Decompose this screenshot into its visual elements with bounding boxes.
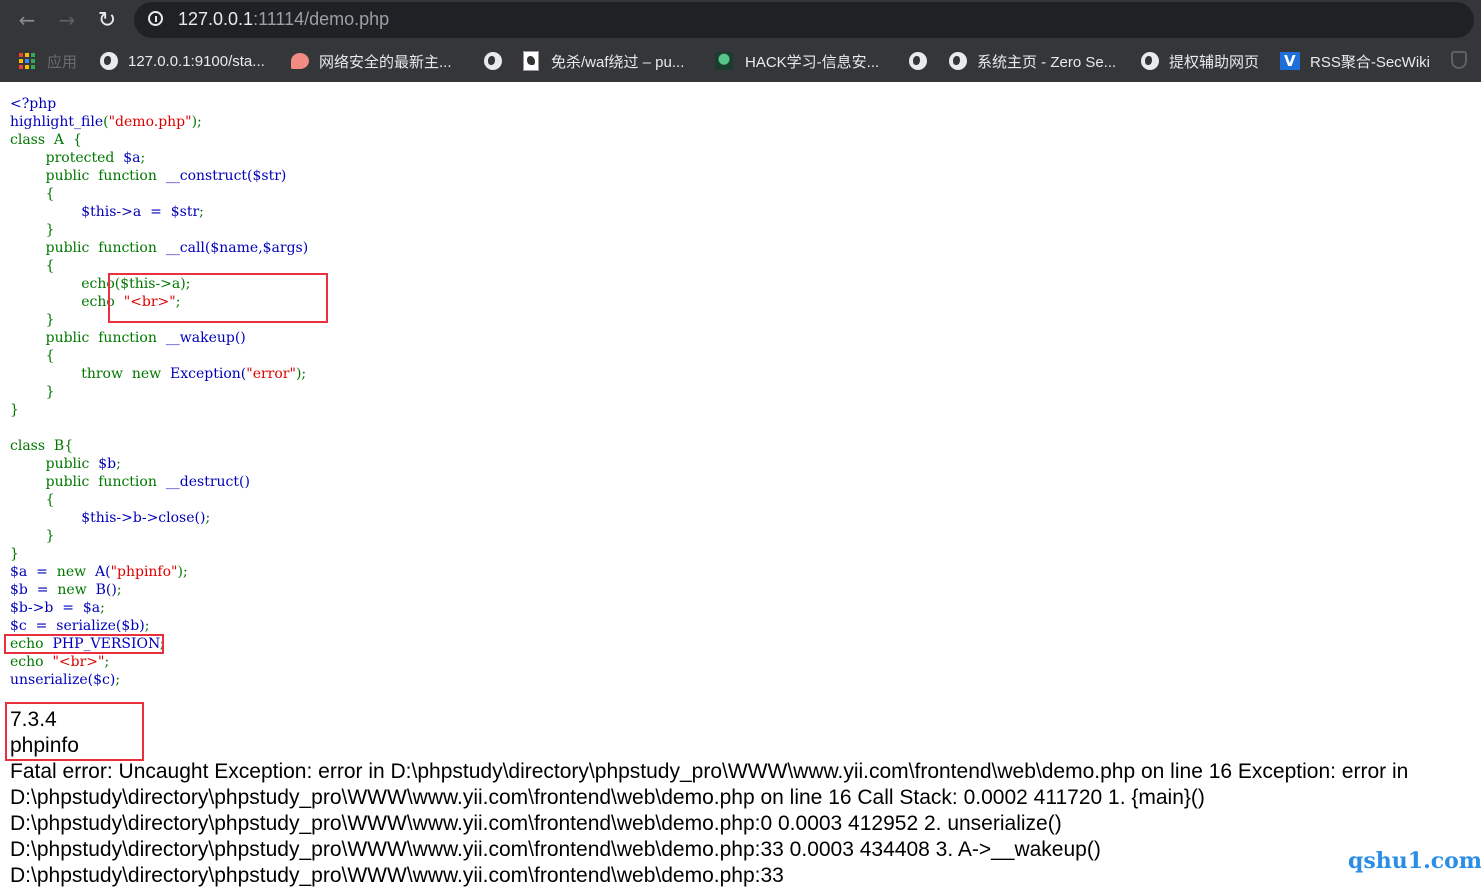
watermark: qshu1.com — [1348, 848, 1481, 874]
code-line: } — [10, 402, 19, 418]
code-line: public function __destruct() — [45, 474, 250, 490]
fatal-error-line: D:\phpstudy\directory\phpstudy_pro\WWW\w… — [10, 812, 1062, 835]
code-line: { — [45, 258, 55, 274]
code-line: class B{ — [10, 438, 74, 454]
code-line: public function __call($name,$args) — [45, 240, 309, 256]
code-line: $b = new B(); — [10, 582, 122, 598]
code-line: public $b; — [45, 456, 121, 472]
bookmark-label: RSS聚合-SecWiki — [1310, 53, 1431, 71]
globe-icon — [484, 52, 502, 70]
code-line: $this->b->close(); — [81, 510, 211, 526]
bookmark-item[interactable]: 提权辅助网页 — [1141, 48, 1259, 74]
bookmark-item[interactable]: 系统主页 - Zero Se... — [949, 48, 1116, 74]
code-line: class A { — [10, 132, 82, 148]
bookmark-label: 提权辅助网页 — [1169, 53, 1260, 71]
code-line: public function __wakeup() — [45, 330, 246, 346]
bookmark-label: HACK学习-信息安... — [745, 53, 880, 71]
rss-icon — [1280, 52, 1300, 70]
globe-icon — [1141, 52, 1159, 70]
fatal-error-line: D:\phpstudy\directory\phpstudy_pro\WWW\w… — [10, 864, 784, 887]
apps-grid-icon — [19, 53, 35, 69]
code-line: throw new Exception("error"); — [81, 366, 307, 382]
fatal-error-line: D:\phpstudy\directory\phpstudy_pro\WWW\w… — [10, 838, 1101, 861]
url-text[interactable]: 127.0.0.1:11114/demo.php — [178, 9, 389, 30]
page-output: 7.3.4 phpinfo Fatal error: Uncaught Exce… — [10, 707, 1408, 889]
code-line: $this->a = $str; — [81, 204, 204, 220]
code-line: } — [45, 312, 55, 328]
bookmark-label: 系统主页 - Zero Se... — [977, 53, 1117, 71]
code-line: } — [45, 384, 55, 400]
info-icon[interactable] — [148, 11, 163, 26]
code-line: $b->b = $a; — [10, 600, 105, 616]
highlight-box-output — [5, 702, 144, 761]
highlight-box-call-method — [108, 273, 328, 323]
code-line: $c = serialize($b); — [10, 618, 150, 634]
forward-arrow-icon[interactable]: → — [53, 6, 81, 34]
reload-icon[interactable]: ↻ — [93, 6, 121, 34]
url-path: :11114/demo.php — [253, 9, 390, 29]
code-line: echo "<br>"; — [10, 654, 110, 670]
code-line: { — [45, 348, 55, 364]
url-host: 127.0.0.1 — [178, 9, 254, 29]
code-line: public function __construct($str) — [45, 168, 287, 184]
shield-icon[interactable] — [1451, 51, 1467, 69]
fatal-error-line: D:\phpstudy\directory\phpstudy_pro\WWW\w… — [10, 786, 1205, 809]
code-line: } — [10, 546, 19, 562]
fatal-error-line: Fatal error: Uncaught Exception: error i… — [10, 760, 1409, 783]
bookmark-item[interactable] — [484, 48, 512, 74]
bookmark-item[interactable]: 网络安全的最新主... — [291, 48, 452, 74]
chat-icon — [291, 53, 309, 69]
back-arrow-icon[interactable]: ← — [13, 6, 41, 34]
bookmark-item[interactable]: RSS聚合-SecWiki — [1280, 48, 1430, 74]
browser-chrome: ← → ↻ 127.0.0.1:11114/demo.php 应用 127.0.… — [0, 0, 1481, 82]
bookmark-label: 免杀/waf绕过 – pu... — [551, 53, 685, 71]
code-line: } — [45, 528, 55, 544]
code-line: unserialize($c); — [10, 672, 121, 688]
globe-icon — [949, 52, 967, 70]
browser-toolbar: ← → ↻ 127.0.0.1:11114/demo.php — [0, 0, 1481, 40]
code-line: highlight_file("demo.php"); — [10, 114, 202, 130]
bookmark-label: 网络安全的最新主... — [319, 53, 452, 71]
bookmark-item[interactable]: HACK学习-信息安... — [715, 48, 879, 74]
bookmark-label: 127.0.0.1:9100/sta... — [128, 52, 265, 70]
bookmarks-bar: 应用 127.0.0.1:9100/sta... 网络安全的最新主... 免杀/… — [0, 40, 1481, 82]
bookmark-item[interactable] — [909, 48, 937, 74]
document-icon — [523, 51, 539, 71]
code-line: $a = new A("phpinfo"); — [10, 564, 188, 580]
bookmark-label: 应用 — [47, 53, 78, 71]
globe-icon — [100, 52, 118, 70]
globe-icon — [909, 52, 927, 70]
bookmark-item[interactable]: 免杀/waf绕过 – pu... — [523, 48, 684, 74]
php-source-code: <?php highlight_file("demo.php"); class … — [10, 95, 308, 689]
code-line: } — [45, 222, 55, 238]
code-line: { — [45, 492, 55, 508]
code-line: <?php — [10, 96, 57, 112]
code-line: protected $a; — [45, 150, 146, 166]
hack-icon — [715, 52, 733, 70]
bookmark-apps[interactable]: 应用 — [19, 48, 77, 74]
bookmark-item[interactable]: 127.0.0.1:9100/sta... — [100, 48, 265, 74]
highlight-box-echo-version — [4, 634, 164, 654]
code-line: { — [45, 186, 55, 202]
